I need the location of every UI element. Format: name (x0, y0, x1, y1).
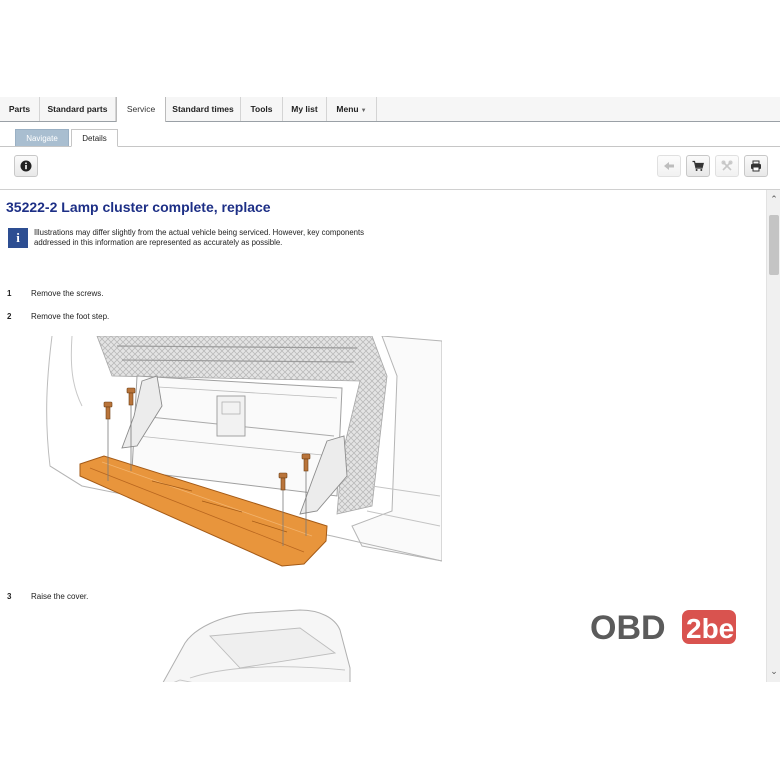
page-title: 35222-2 Lamp cluster complete, replace (6, 199, 271, 215)
foot-step-illustration (46, 336, 442, 567)
step-3: 3 Raise the cover. (7, 592, 88, 601)
chevron-down-icon[interactable]: ⌄ (767, 664, 780, 678)
step-text: Remove the foot step. (31, 312, 110, 321)
main-tab-bar: Parts Standard parts Service Standard ti… (0, 97, 780, 122)
tools-icon (721, 160, 733, 171)
add-to-cart-button[interactable] (686, 155, 710, 177)
tab-service[interactable]: Service (116, 97, 166, 122)
vertical-scrollbar[interactable]: ⌃ ⌄ (766, 190, 780, 682)
info-notice-text: Illustrations may differ slightly from t… (34, 228, 365, 247)
step-2: 2 Remove the foot step. (7, 312, 109, 321)
back-arrow-icon (664, 162, 674, 170)
tab-standard-times[interactable]: Standard times (166, 97, 241, 121)
step-text: Raise the cover. (31, 592, 89, 601)
info-icon (20, 160, 32, 172)
cover-illustration (162, 609, 351, 682)
watermark-logo: OBD 2be (590, 609, 736, 647)
step-number: 2 (7, 312, 12, 321)
tab-my-list[interactable]: My list (283, 97, 327, 121)
svg-text:OBD: OBD (590, 609, 666, 647)
back-button[interactable] (657, 155, 681, 177)
cart-icon (692, 160, 704, 171)
scrollbar-thumb[interactable] (769, 215, 779, 275)
step-text: Remove the screws. (31, 289, 104, 298)
tab-tools[interactable]: Tools (241, 97, 283, 121)
service-app-window: Parts Standard parts Service Standard ti… (0, 97, 780, 682)
chevron-up-icon[interactable]: ⌃ (767, 192, 780, 206)
tab-details[interactable]: Details (71, 129, 118, 147)
tab-navigate[interactable]: Navigate (15, 129, 69, 146)
sub-tab-bar: Navigate Details (0, 122, 780, 147)
svg-text:2be: 2be (686, 613, 734, 644)
info-notice-icon: i (8, 228, 28, 248)
toolbar (0, 147, 780, 190)
step-1: 1 Remove the screws. (7, 289, 103, 298)
tab-menu-label: Menu (336, 104, 359, 114)
step-number: 1 (7, 289, 12, 298)
tools-button[interactable] (715, 155, 739, 177)
print-button[interactable] (744, 155, 768, 177)
step-number: 3 (7, 592, 12, 601)
tab-parts[interactable]: Parts (0, 97, 40, 121)
tab-menu[interactable]: Menu ▼ (327, 97, 377, 121)
info-button[interactable] (14, 155, 38, 177)
tab-standard-parts[interactable]: Standard parts (40, 97, 116, 121)
print-icon (751, 160, 761, 172)
chevron-down-icon: ▼ (360, 108, 367, 114)
